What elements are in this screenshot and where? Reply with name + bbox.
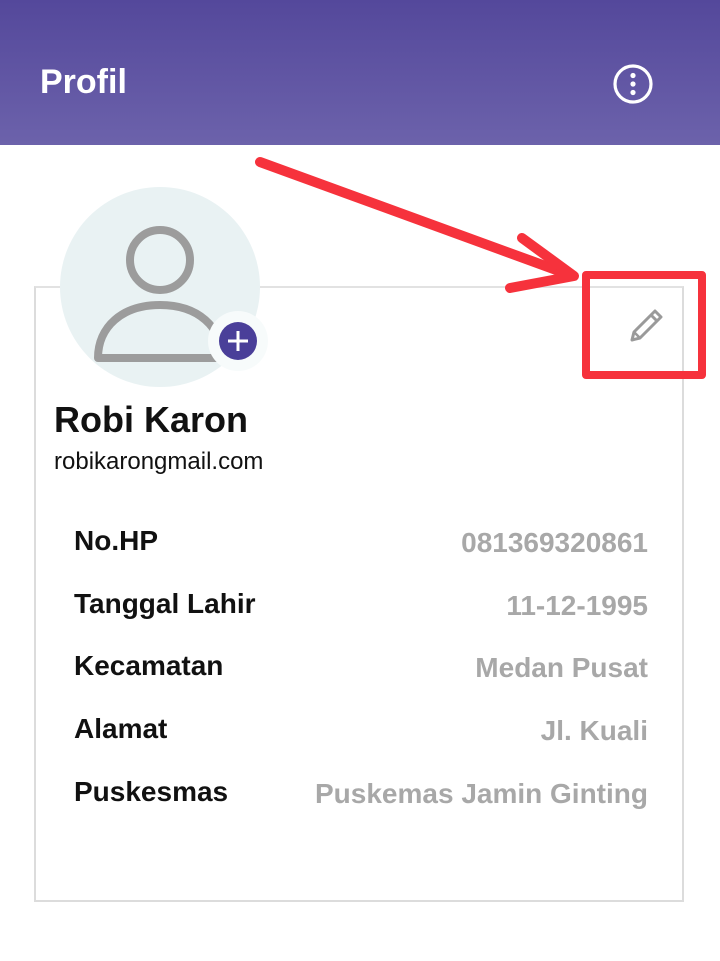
detail-row-address: Alamat Jl. Kuali: [74, 711, 648, 751]
detail-row-birthdate: Tanggal Lahir 11-12-1995: [74, 586, 648, 626]
detail-value: Medan Pusat: [475, 652, 648, 683]
annotation-highlight-box: [582, 271, 706, 379]
detail-label: Kecamatan: [74, 650, 224, 681]
detail-value: 081369320861: [461, 527, 648, 558]
detail-row-phone: No.HP 081369320861: [74, 523, 648, 563]
add-photo-badge: [219, 322, 257, 360]
add-photo-button[interactable]: [208, 311, 268, 371]
page-title: Profil: [40, 63, 127, 101]
detail-label: No.HP: [74, 525, 158, 556]
app-bar: Profil: [0, 0, 720, 145]
detail-row-district: Kecamatan Medan Pusat: [74, 648, 648, 688]
user-email: robikarongmail.com: [54, 448, 264, 475]
detail-value: 11-12-1995: [506, 590, 648, 621]
detail-label: Puskesmas: [74, 776, 229, 807]
more-vertical-icon: [613, 64, 653, 104]
detail-row-health-center: Puskesmas Puskemas Jamin Ginting: [74, 774, 648, 814]
detail-label: Alamat: [74, 713, 168, 744]
plus-icon: [228, 331, 248, 351]
detail-label: Tanggal Lahir: [74, 588, 256, 619]
profile-screen: Profil Robi Karon robikarongmail.com No.…: [0, 0, 720, 961]
user-name: Robi Karon: [54, 399, 248, 440]
detail-value: Puskemas Jamin Ginting: [315, 778, 648, 809]
more-options-button[interactable]: [612, 63, 654, 105]
detail-value: Jl. Kuali: [540, 715, 648, 746]
